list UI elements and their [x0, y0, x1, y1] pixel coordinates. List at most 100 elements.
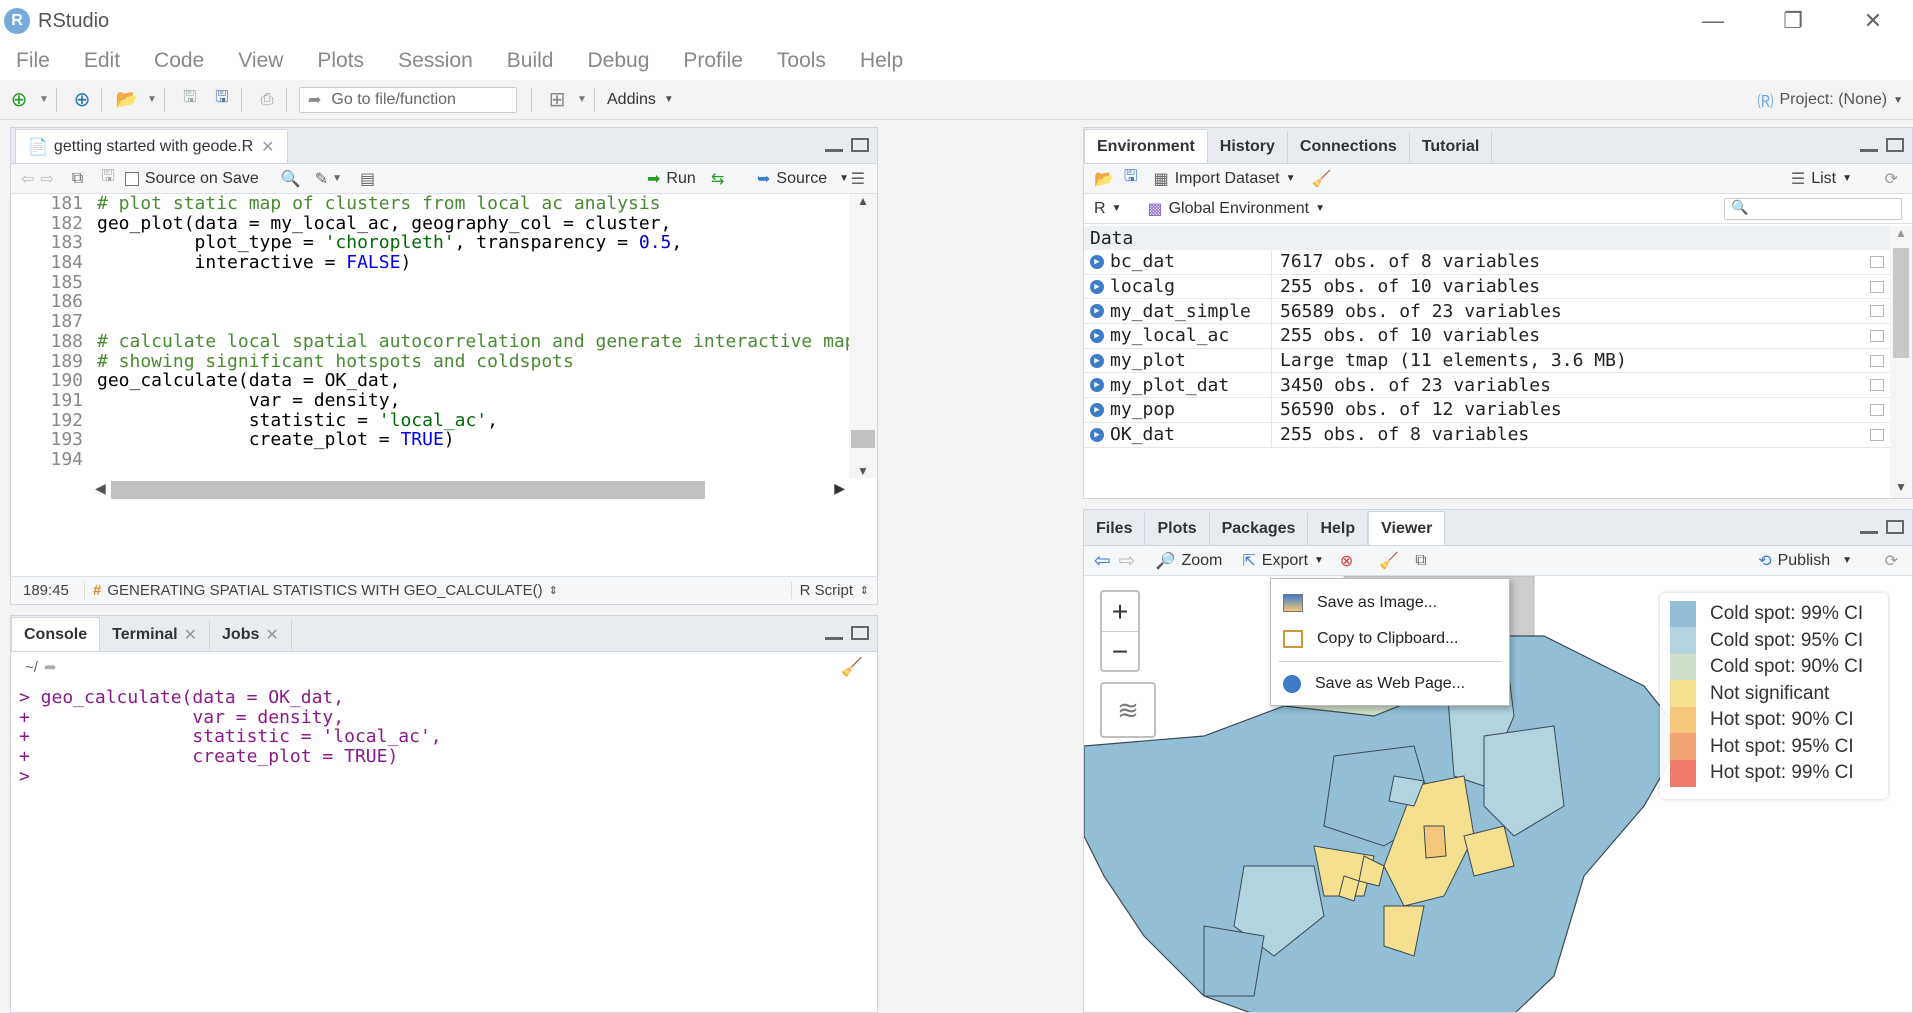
forward-arrow-icon[interactable]: ⇨	[40, 169, 53, 189]
save-all-icon[interactable]: 🖫	[209, 87, 235, 113]
view-data-icon[interactable]	[1870, 379, 1884, 392]
environment-row[interactable]: ▶ my_pop 56590 obs. of 12 variables	[1084, 398, 1890, 423]
minimize-window-button[interactable]: —	[1673, 0, 1753, 42]
go-to-directory-icon[interactable]: ➦	[44, 658, 57, 676]
code-line[interactable]: statistic = 'local_ac',	[97, 410, 847, 431]
tab-jobs[interactable]: Jobs ✕	[210, 619, 292, 651]
menu-view[interactable]: View	[238, 49, 283, 73]
clear-viewer-icon[interactable]: 🧹	[1379, 551, 1399, 571]
menu-edit[interactable]: Edit	[84, 49, 120, 73]
new-project-icon[interactable]: ⊕	[69, 87, 95, 113]
menu-tools[interactable]: Tools	[777, 49, 826, 73]
editor-vertical-scrollbar[interactable]: ▲ ▼	[849, 194, 877, 478]
tab-history[interactable]: History	[1207, 131, 1288, 163]
project-menu[interactable]: 🄡 Project: (None) ▼	[1757, 80, 1903, 120]
save-workspace-icon[interactable]: 🖫	[1124, 165, 1138, 192]
code-line[interactable]: geo_calculate(data = OK_dat,	[97, 371, 847, 391]
search-icon[interactable]: 🔍	[281, 169, 301, 189]
expand-arrow-icon[interactable]: ▶	[1090, 378, 1104, 393]
compile-report-icon[interactable]: ▤	[360, 169, 375, 189]
code-line[interactable]	[97, 292, 847, 312]
new-file-icon[interactable]: ⊕	[6, 87, 32, 113]
copy-to-clipboard-item[interactable]: Copy to Clipboard...	[1271, 621, 1509, 657]
console-output[interactable]: > geo_calculate(data = OK_dat, + var = de…	[11, 684, 877, 1012]
grid-layout-icon[interactable]: ⊞	[544, 87, 570, 113]
code-line[interactable]: interactive = FALSE)	[97, 253, 847, 273]
save-as-image-item[interactable]: Save as Image...	[1271, 585, 1509, 621]
environment-row[interactable]: ▶ my_local_ac 255 obs. of 10 variables	[1084, 324, 1890, 349]
menu-code[interactable]: Code	[154, 49, 204, 73]
scroll-up-arrow-icon[interactable]: ▲	[849, 194, 877, 208]
dropdown-arrow-icon[interactable]: ▼	[664, 94, 674, 105]
environment-scope-menu[interactable]: ▩ Global Environment ▼	[1147, 199, 1325, 219]
clear-console-icon[interactable]: 🧹	[841, 657, 863, 678]
environment-row[interactable]: ▶ my_dat_simple 56589 obs. of 23 variables	[1084, 299, 1890, 325]
scroll-up-arrow-icon[interactable]: ▲	[1890, 226, 1912, 240]
publish-button[interactable]: ⟲ Publish ▼	[1758, 551, 1852, 571]
expand-arrow-icon[interactable]: ▶	[1090, 353, 1104, 368]
dropdown-arrow-icon[interactable]: ▼	[38, 87, 50, 113]
expand-arrow-icon[interactable]: ▶	[1090, 427, 1104, 442]
scroll-left-arrow-icon[interactable]: ◀	[95, 480, 106, 497]
dropdown-arrow-icon[interactable]: ▼	[576, 87, 588, 113]
maximize-pane-icon[interactable]	[1886, 138, 1904, 152]
source-button[interactable]: ➥ Source ▼	[757, 169, 849, 189]
maximize-pane-icon[interactable]	[851, 138, 869, 152]
scroll-right-arrow-icon[interactable]: ▶	[834, 480, 845, 497]
view-data-icon[interactable]	[1870, 255, 1884, 268]
source-on-save-checkbox[interactable]: Source on Save	[124, 170, 259, 188]
scroll-down-arrow-icon[interactable]: ▼	[849, 464, 877, 478]
environment-row[interactable]: ▶ OK_dat 255 obs. of 8 variables	[1084, 422, 1890, 448]
code-line[interactable]: # plot static map of clusters from local…	[97, 194, 847, 214]
back-arrow-icon[interactable]: ⇦	[21, 169, 34, 189]
menu-file[interactable]: File	[16, 49, 50, 73]
tab-viewer[interactable]: Viewer	[1368, 511, 1446, 545]
tab-plots[interactable]: Plots	[1145, 513, 1210, 545]
layers-button[interactable]: ≋	[1100, 682, 1156, 738]
zoom-out-button[interactable]: −	[1102, 632, 1138, 672]
tab-environment[interactable]: Environment	[1084, 129, 1208, 163]
menu-build[interactable]: Build	[507, 49, 554, 73]
back-arrow-icon[interactable]: ⇦	[1094, 548, 1111, 573]
view-data-icon[interactable]	[1870, 280, 1884, 293]
restore-window-button[interactable]: ❐	[1753, 0, 1833, 42]
close-window-button[interactable]: ✕	[1833, 0, 1913, 42]
code-line[interactable]: geo_plot(data = my_local_ac, geography_c…	[97, 213, 847, 234]
go-to-file-function-input[interactable]: ➦ Go to file/function	[299, 86, 517, 113]
minimize-pane-icon[interactable]	[825, 138, 843, 152]
dropdown-arrow-icon[interactable]: ▼	[332, 173, 342, 184]
menu-debug[interactable]: Debug	[587, 49, 649, 73]
code-line[interactable]: # showing significant hotspots and colds…	[97, 351, 847, 372]
expand-arrow-icon[interactable]: ▶	[1090, 254, 1104, 269]
clear-workspace-icon[interactable]: 🧹	[1312, 169, 1332, 189]
environment-row[interactable]: ▶ bc_dat 7617 obs. of 8 variables	[1084, 250, 1890, 275]
tab-terminal[interactable]: Terminal ✕	[100, 619, 211, 651]
file-type-menu[interactable]: R Script	[790, 582, 853, 599]
code-line[interactable]: # calculate local spatial autocorrelatio…	[97, 331, 856, 352]
run-button[interactable]: ➡ Run	[647, 169, 696, 189]
stop-icon[interactable]: ⊗	[1340, 551, 1353, 571]
refresh-icon[interactable]: ⟳	[1885, 169, 1898, 189]
tab-help[interactable]: Help	[1308, 513, 1369, 545]
scroll-thumb[interactable]	[851, 430, 875, 448]
show-in-window-icon[interactable]: ⧉	[72, 170, 83, 188]
load-workspace-icon[interactable]: 📂	[1094, 169, 1114, 189]
code-line[interactable]	[97, 273, 847, 293]
view-data-icon[interactable]	[1870, 403, 1884, 416]
zoom-button[interactable]: 🔎 Zoom	[1156, 551, 1223, 571]
save-icon[interactable]: 🖫	[101, 165, 115, 192]
open-file-icon[interactable]: 📂	[114, 87, 140, 113]
menu-profile[interactable]: Profile	[683, 49, 743, 73]
expand-arrow-icon[interactable]: ▶	[1090, 402, 1104, 417]
close-icon[interactable]: ✕	[265, 625, 278, 645]
tab-console[interactable]: Console	[11, 617, 101, 651]
menu-help[interactable]: Help	[860, 49, 903, 73]
maximize-pane-icon[interactable]	[1886, 520, 1904, 534]
close-icon[interactable]: ✕	[261, 137, 274, 157]
code-line[interactable]: create_plot = TRUE)	[97, 430, 847, 450]
menu-session[interactable]: Session	[398, 49, 473, 73]
editor-horizontal-scrollbar[interactable]: ◀ ▶	[93, 478, 847, 502]
menu-plots[interactable]: Plots	[317, 49, 364, 73]
tab-geode-script[interactable]: 📄 getting started with geode.R ✕	[15, 129, 288, 163]
tab-tutorial[interactable]: Tutorial	[1409, 131, 1493, 163]
